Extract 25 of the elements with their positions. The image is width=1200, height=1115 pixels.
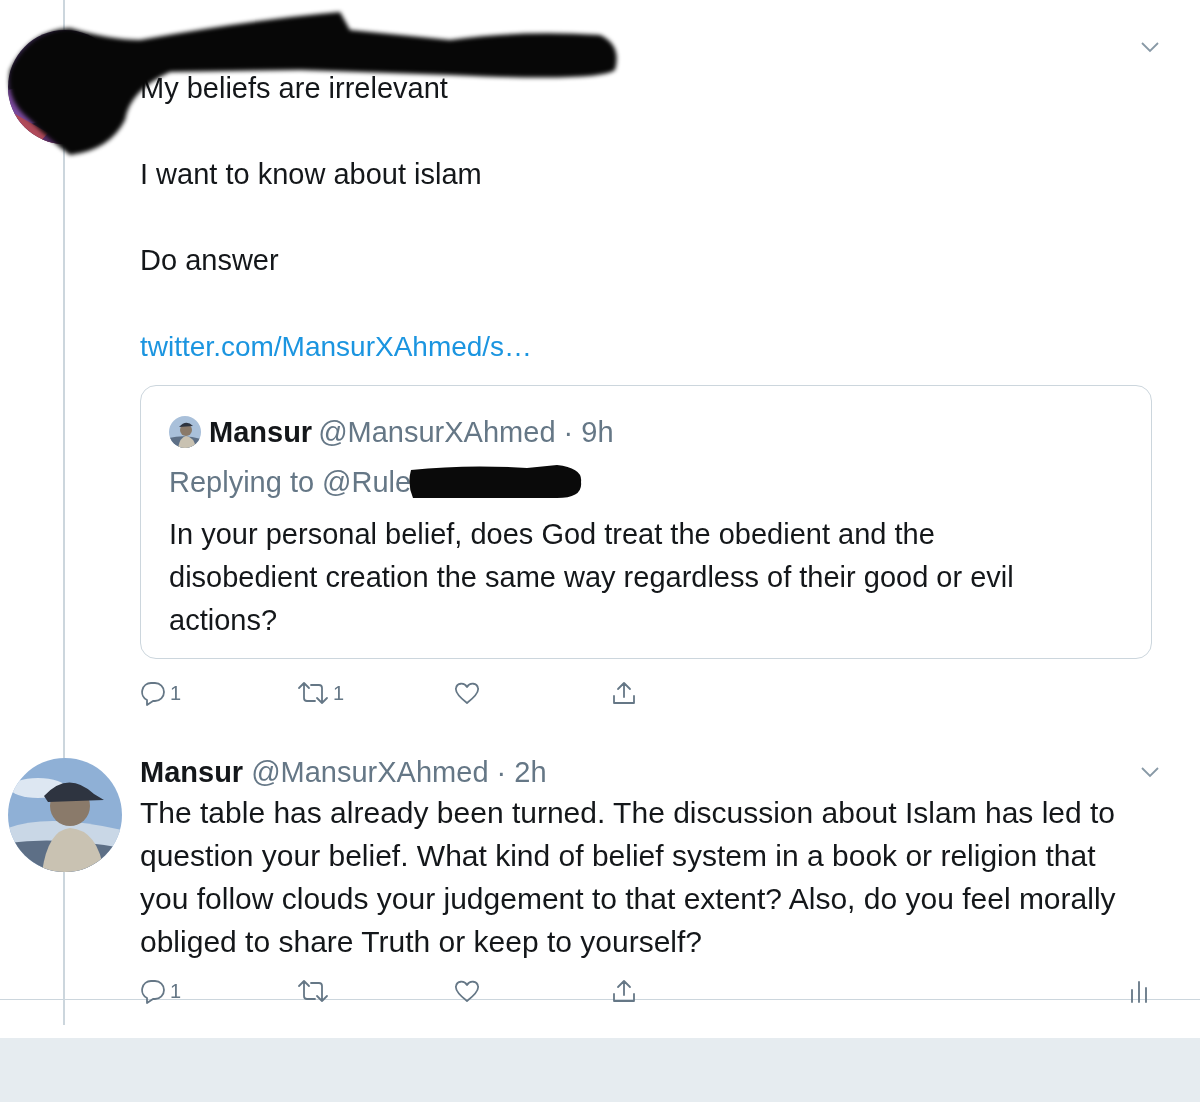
action-count: 1 xyxy=(170,681,182,705)
tweet-text: I want to know about islam xyxy=(140,157,483,192)
retweet-icon[interactable] xyxy=(297,978,329,1004)
caret-icon[interactable] xyxy=(1140,766,1160,778)
replying-handle[interactable]: @Rule xyxy=(322,465,412,499)
heart-icon[interactable] xyxy=(454,680,480,706)
caret-icon[interactable] xyxy=(1140,41,1160,53)
user-handle: @MansurXAhmed · 9h xyxy=(318,415,614,449)
user-handle[interactable]: @MansurXAhmed · 2h xyxy=(251,755,547,789)
share-icon[interactable] xyxy=(611,978,637,1004)
reply-icon[interactable] xyxy=(140,978,166,1004)
quoted-tweet-card[interactable]: Mansur @MansurXAhmed · 9h Replying to @Rule In your personal belief, does God treat the obedient and the disobedient creation the same way regardless of their good or evil actions? xyxy=(140,385,1152,659)
user-name: Mansur xyxy=(209,415,313,449)
tweet-text: The table has already been turned. The discussion about Islam has led to question your belief. What kind of belief system in a book or religion that you follow clouds your judgement to that extent? Also, do you feel morally obliged to share Truth or keep to yourself? xyxy=(140,795,1117,960)
replying-to-label: Replying to xyxy=(169,465,315,499)
reply-icon[interactable] xyxy=(140,680,166,706)
tweet-link[interactable]: twitter.com/MansurXAhmed/s… xyxy=(140,325,533,368)
tweet-text: Do answer xyxy=(140,243,280,278)
action-count: 1 xyxy=(333,681,345,705)
user-name[interactable]: Mansur xyxy=(140,755,244,789)
action-count: 1 xyxy=(170,979,182,1003)
share-icon[interactable] xyxy=(611,680,637,706)
quoted-tweet-text: In your personal belief, does God treat the obedient and the disobedient creation the same way regardless of their good or evil actions? xyxy=(169,517,1015,638)
heart-icon[interactable] xyxy=(454,978,480,1004)
retweet-icon[interactable] xyxy=(297,680,329,706)
